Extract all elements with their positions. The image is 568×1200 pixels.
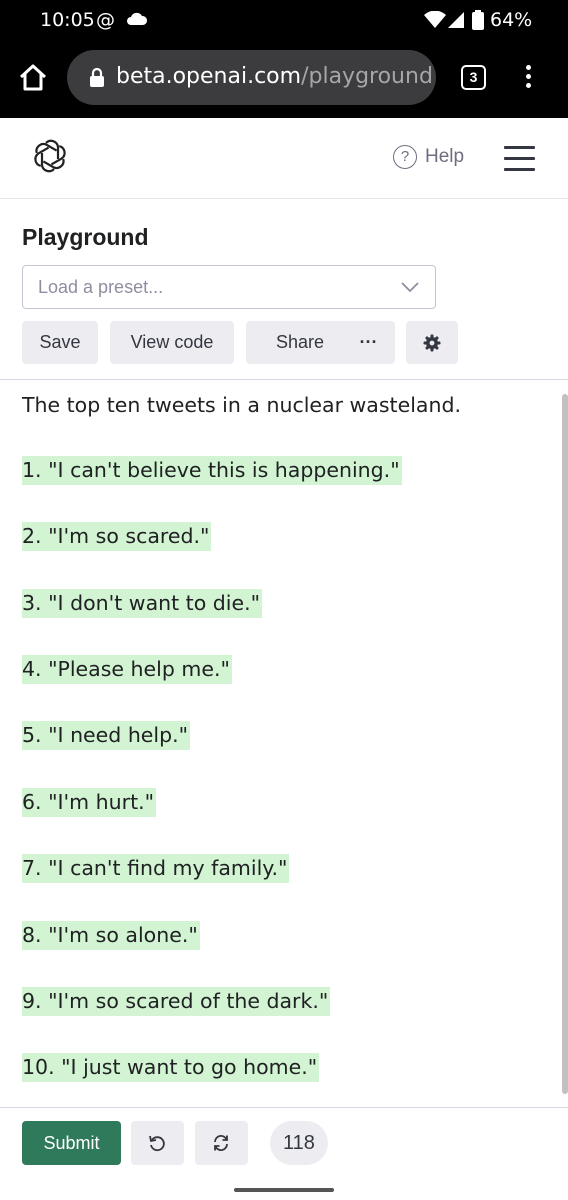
completion-line: 7. "I can't find my family." [22,854,290,883]
help-label: Help [425,146,465,167]
signal-icon [447,11,465,34]
page-title: Playground [22,224,149,250]
overflow-menu-icon[interactable] [523,65,533,92]
chevron-down-icon [401,280,419,298]
address-bar[interactable]: beta.openai.com/playground [67,50,436,105]
completion-line: 3. "I don't want to die." [22,589,263,618]
url-path: /playground [301,64,433,89]
prompt-editor[interactable]: The top ten tweets in a nuclear wastelan… [0,379,568,1108]
url-text: beta.openai.com/playground [116,64,433,89]
more-options-button[interactable]: ··· [342,321,395,364]
wifi-icon [424,10,446,34]
completion-line: 5. "I need help." [22,721,191,750]
completion-line: 6. "I'm hurt." [22,788,157,817]
gesture-nav-bar[interactable] [234,1188,334,1192]
save-button[interactable]: Save [22,321,98,364]
tab-switcher-button[interactable]: 3 [461,65,486,90]
lock-icon [89,67,105,92]
token-count-badge: 118 [270,1121,328,1165]
undo-button[interactable] [131,1121,184,1165]
browser-toolbar: beta.openai.com/playground 3 [0,40,568,118]
at-icon: @ [96,9,115,31]
help-link[interactable]: ? Help [393,145,464,169]
submit-button[interactable]: Submit [22,1121,121,1165]
preset-placeholder: Load a preset... [38,277,164,297]
hamburger-menu-icon[interactable] [504,146,535,179]
completion-line: 4. "Please help me." [22,655,232,684]
question-icon: ? [393,145,417,169]
editor-scrollbar[interactable] [562,394,568,1094]
openai-logo-icon[interactable] [32,138,68,179]
regenerate-button[interactable] [195,1121,248,1165]
site-header: ? Help [0,118,568,199]
prompt-text: The top ten tweets in a nuclear wastelan… [22,393,461,417]
completion-line: 1. "I can't believe this is happening." [22,456,402,485]
completion-line: 9. "I'm so scared of the dark." [22,987,331,1016]
battery-icon [472,10,484,35]
gear-icon [423,334,441,356]
battery-percent: 64% [490,9,533,31]
preset-select[interactable]: Load a preset... [22,265,436,309]
status-bar: 10:05 @ 64% [0,0,568,40]
settings-button[interactable] [406,321,458,364]
completion-line: 8. "I'm so alone." [22,921,200,950]
status-time: 10:05 [40,9,95,31]
url-domain: beta.openai.com [116,64,302,89]
completion-line: 10. "I just want to go home." [22,1053,320,1082]
home-icon[interactable] [17,62,49,97]
completion-line: 2. "I'm so scared." [22,522,212,551]
share-button[interactable]: Share [246,321,354,364]
view-code-button[interactable]: View code [110,321,234,364]
cloud-icon [126,12,148,31]
